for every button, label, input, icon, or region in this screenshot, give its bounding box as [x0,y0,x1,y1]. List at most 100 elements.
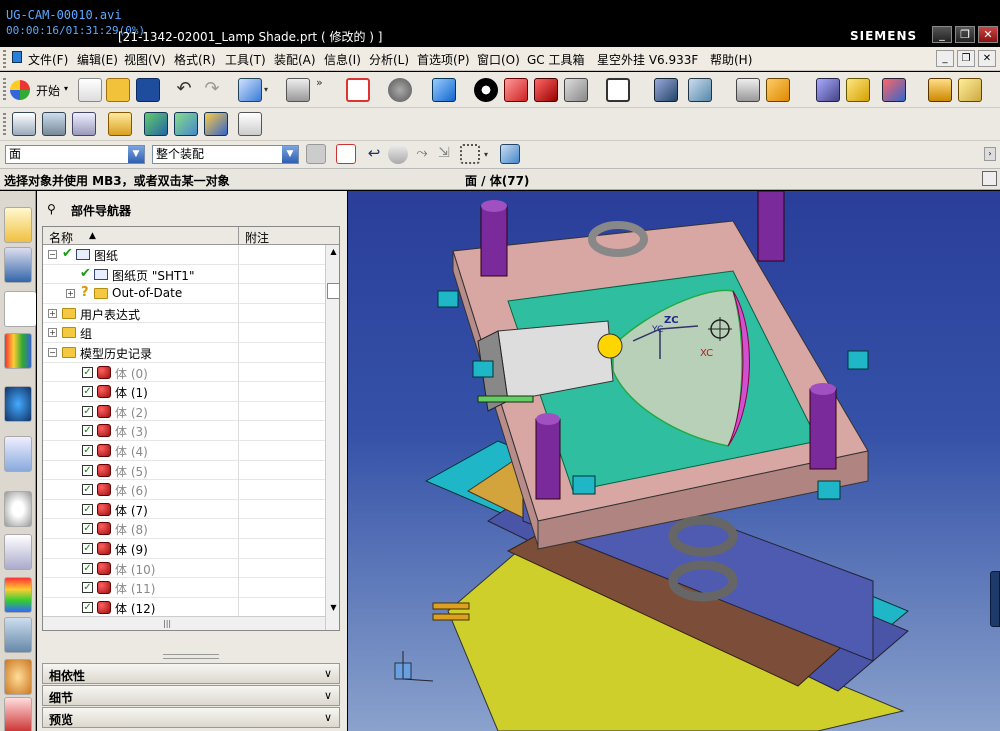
mate-icon[interactable] [204,112,228,136]
toolbar-grip[interactable] [3,113,6,135]
name-column-header[interactable]: 名称 [49,229,73,246]
tree-row-body[interactable]: ✓ 体 (5) [43,460,325,481]
scroll-down-icon[interactable]: ▼ [327,601,339,614]
move-component-icon[interactable] [654,78,678,102]
measure-icon[interactable] [816,78,840,102]
preview-panel[interactable]: 预览 ∨ [42,707,340,728]
graphics-viewport[interactable]: ZC YC XC [348,191,1000,731]
drafting-icon[interactable] [958,78,982,102]
section-icon[interactable] [504,78,528,102]
chevron-down-icon[interactable]: ∨ [320,687,336,704]
history-tab-icon[interactable] [4,436,32,472]
tree-row-body[interactable]: ✓ 体 (4) [43,441,325,461]
tree-row-body[interactable]: ✓ 体 (7) [43,499,325,520]
minimize-button[interactable]: _ [932,26,952,43]
fit-view-icon[interactable] [346,78,370,102]
collapse-icon[interactable]: − [48,250,57,259]
tree-row-model-history[interactable]: − 模型历史记录 [43,343,325,363]
type-filter-dropdown[interactable]: 面 ▼ [5,145,145,164]
rotate-icon[interactable] [388,78,412,102]
tree-row-body[interactable]: ✓ 体 (2) [43,401,325,422]
snap-icon[interactable] [882,78,906,102]
tree-row-drawing[interactable]: − ✔ 图纸 [43,245,325,265]
tree-row-body[interactable]: ✓ 体 (8) [43,519,325,539]
select-region-icon[interactable]: ⇲ [434,144,454,164]
layer-stack-icon[interactable] [42,112,66,136]
fullscreen-icon[interactable] [982,171,997,186]
constraint-navigator-tab-icon[interactable] [4,247,32,283]
menu-help[interactable]: 帮助(H) [710,51,752,68]
toolbar-grip[interactable] [3,78,6,102]
rect-select-icon[interactable] [460,144,480,164]
checkbox[interactable]: ✓ [82,582,93,594]
menu-plugin[interactable]: 星空外挂 V6.933F [597,51,698,68]
open-file-icon[interactable] [106,78,130,102]
assembly-navigator-tab-icon[interactable] [4,207,32,243]
redo-icon[interactable]: ↷ [200,78,224,102]
tree-row-body[interactable]: ✓ 体 (9) [43,539,325,559]
tree-row-body[interactable]: ✓ 体 (6) [43,480,325,500]
menu-gc-toolkit[interactable]: GC 工具箱 [527,51,585,68]
tree-row-body[interactable]: ✓ 体 (1) [43,382,325,402]
menu-window[interactable]: 窗口(O) [477,51,520,68]
menu-file[interactable]: 文件(F) [28,51,68,68]
shaded-view-icon[interactable] [432,78,456,102]
menu-info[interactable]: 信息(I) [324,51,361,68]
menu-tools[interactable]: 工具(T) [225,51,266,68]
menu-view[interactable]: 视图(V) [124,51,166,68]
checkbox[interactable]: ✓ [82,523,93,535]
sort-arrow-icon[interactable]: ▲ [89,231,96,241]
checkbox[interactable]: ✓ [82,503,93,515]
system-scenes-tab-icon[interactable] [4,697,32,731]
splitter-handle[interactable] [163,654,219,659]
reuse-library-tab-icon[interactable] [4,333,32,369]
layer-icon[interactable] [736,78,760,102]
menu-grip[interactable] [3,50,6,68]
app-menu-icon[interactable] [12,51,22,66]
scroll-up-icon[interactable]: ▲ [327,245,339,258]
details-panel[interactable]: 细节 ∨ [42,685,340,706]
chevron-down-icon[interactable]: ∨ [320,709,336,726]
tag-icon[interactable] [108,112,132,136]
process-studio-tab-icon[interactable] [4,617,32,653]
new-file-icon[interactable] [78,78,102,102]
tree-row-body[interactable]: ✓ 体 (12) [43,597,325,618]
system-materials-tab-icon[interactable] [4,534,32,570]
expand-icon[interactable]: + [48,308,57,318]
undo-icon[interactable]: ↶ [172,78,196,102]
tree-horizontal-scrollbar[interactable]: ||| [43,616,325,630]
clock-history-tab-icon[interactable] [4,491,32,527]
dependencies-panel[interactable]: 相依性 ∨ [42,663,340,684]
checkbox[interactable]: ✓ [82,386,93,398]
select-tool-icon[interactable] [286,78,310,102]
select-body-icon[interactable] [500,144,520,164]
scope-dropdown[interactable]: 整个装配 ▼ [152,145,299,164]
roles-tab-icon[interactable] [4,659,32,695]
checkbox[interactable]: ✓ [82,445,93,456]
render-style-icon[interactable] [474,78,498,102]
assembly-nav-icon[interactable] [12,112,36,136]
tree-vertical-scrollbar[interactable]: ▲ ▼ [325,245,339,630]
menu-assembly[interactable]: 装配(A) [274,51,316,68]
text-style-icon[interactable] [238,112,262,136]
checkbox[interactable]: ✓ [82,464,93,476]
viewport-side-handle[interactable] [990,571,1000,627]
select-chain-icon[interactable]: ⤳ [412,144,432,164]
visualization-tab-icon[interactable] [4,577,32,613]
save-icon[interactable] [136,78,160,102]
snap-point-icon[interactable] [336,144,356,164]
chevron-down-icon[interactable]: ∨ [320,665,336,682]
tree-row-sheet[interactable]: ✔ 图纸页 "SHT1" [43,264,325,285]
part-list-icon[interactable] [72,112,96,136]
background-icon[interactable] [606,78,630,102]
pin-icon[interactable]: ⚲ [47,202,56,216]
menu-preferences[interactable]: 首选项(P) [417,51,470,68]
hammer-icon[interactable] [174,112,198,136]
checkbox[interactable]: ✓ [82,405,93,417]
analysis-icon[interactable] [846,78,870,102]
filter-reset-icon[interactable] [306,144,326,164]
checkbox[interactable]: ✓ [82,484,93,496]
toolbar-expand[interactable]: › [984,147,996,161]
menu-format[interactable]: 格式(R) [174,51,216,68]
tree-row-body[interactable]: ✓ 体 (0) [43,362,325,383]
